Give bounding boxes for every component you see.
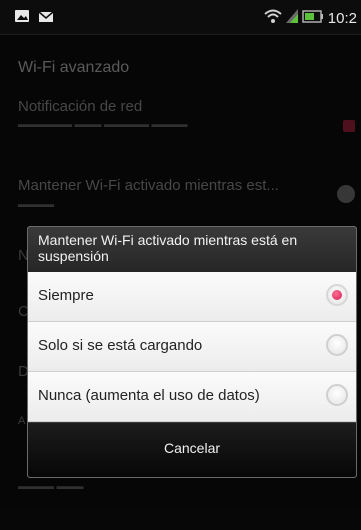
option-always[interactable]: Siempre [28,272,356,322]
option-never[interactable]: Nunca (aumenta el uso de datos) [28,372,356,422]
image-notification-icon [14,9,30,28]
option-label: Siempre [38,287,94,304]
radio-unselected-icon[interactable] [326,334,348,356]
signal-icon [285,9,298,28]
option-label: Solo si se está cargando [38,337,203,354]
sleep-policy-dialog: Mantener Wi-Fi activado mientras está en… [27,226,357,478]
option-only-when-charging[interactable]: Solo si se está cargando [28,322,356,372]
mail-icon [38,10,54,28]
radio-selected-icon[interactable] [326,284,348,306]
dialog-title: Mantener Wi-Fi activado mientras está en… [28,227,356,272]
wifi-icon [264,8,282,29]
battery-icon [302,9,324,28]
status-bar: 10:2 [0,0,361,35]
option-label: Nunca (aumenta el uso de datos) [38,387,260,404]
radio-unselected-icon[interactable] [326,384,348,406]
dialog-footer: Cancelar [28,422,356,477]
status-time: 10:2 [327,10,357,27]
cancel-button[interactable]: Cancelar [28,427,356,469]
